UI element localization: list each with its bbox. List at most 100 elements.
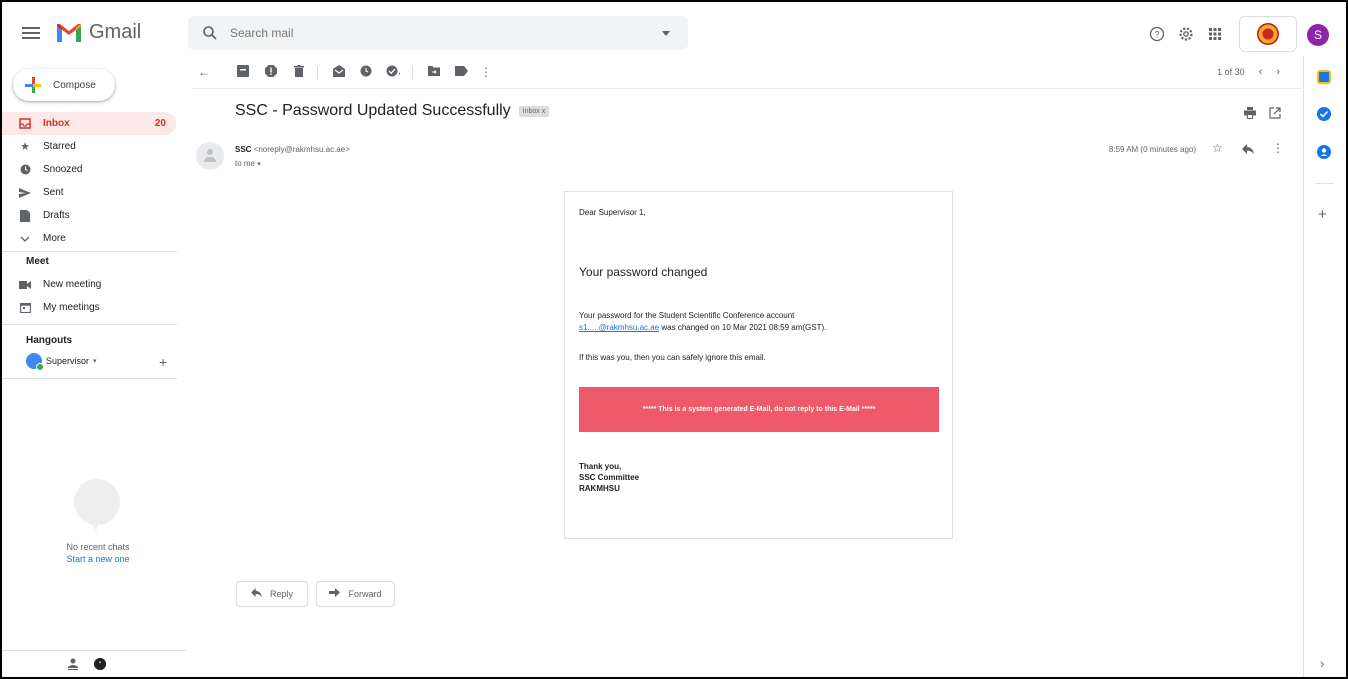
organization-logo[interactable] (1239, 16, 1297, 52)
help-icon[interactable]: ? (1149, 26, 1165, 42)
meet-nav: New meeting My meetings (2, 273, 178, 319)
pager-text: 1 of 30 (1217, 67, 1245, 77)
email-greeting: Dear Supervisor 1, (579, 208, 646, 217)
sidebar-item-sent[interactable]: Sent (2, 181, 176, 204)
sender-email: <noreply@rakmhsu.ac.ae> (253, 145, 350, 154)
sidebar-item-drafts[interactable]: Drafts (2, 204, 176, 227)
sidebar-item-label: Drafts (43, 210, 70, 221)
reply-icon (251, 588, 262, 600)
sidebar-item-inbox[interactable]: Inbox 20 (2, 112, 176, 135)
sidebar-item-label: Sent (43, 187, 64, 198)
hangouts-user-name: Supervisor (46, 356, 90, 366)
draft-icon (19, 209, 31, 222)
sidebar-divider (2, 324, 177, 325)
reply-label: Reply (269, 589, 293, 599)
signature-line-1: Thank you, (579, 462, 622, 471)
sidebar-bottom-divider (2, 650, 186, 651)
settings-gear-icon[interactable] (1178, 26, 1194, 42)
archive-icon[interactable] (236, 65, 250, 79)
compose-button[interactable]: Compose (13, 69, 115, 101)
sidebar-item-label: Starred (43, 141, 76, 152)
status-dropdown-icon[interactable]: ▾ (93, 357, 97, 365)
reply-button[interactable]: Reply (236, 581, 308, 607)
email-paragraph-1-tail: was changed on 10 Mar 2021 08:59 am(GST)… (659, 323, 827, 332)
older-chevron-icon[interactable]: › (1276, 66, 1280, 78)
contacts-person-icon[interactable] (68, 658, 78, 673)
side-panel-rail: + › (1303, 56, 1346, 677)
main-menu-icon[interactable] (22, 24, 42, 44)
account-email-link[interactable]: s1.....@rakmhsu.ac.ae (579, 323, 659, 332)
inbox-label-chip[interactable]: Inbox x (518, 105, 550, 117)
my-meetings-item[interactable]: My meetings (2, 296, 176, 319)
expand-panel-chevron-icon[interactable]: › (1320, 656, 1324, 671)
star-icon: ★ (20, 141, 30, 153)
message-more-options-icon[interactable]: ⋮ (1272, 141, 1284, 155)
compose-label: Compose (53, 79, 96, 91)
add-chat-icon[interactable]: + (159, 354, 167, 370)
hangouts-chat-icon (74, 479, 120, 531)
get-addons-plus-icon[interactable]: + (1318, 206, 1327, 223)
search-icon[interactable] (202, 25, 218, 41)
tasks-app-icon[interactable] (1317, 107, 1331, 121)
signature-line-3: RAKMHSU (579, 484, 620, 493)
email-signature: Thank you, SSC Committee RAKMHSU (579, 461, 639, 494)
sidebar-item-more[interactable]: More (2, 227, 176, 250)
delete-trash-icon[interactable] (292, 65, 306, 79)
move-to-folder-icon[interactable] (427, 65, 441, 79)
sidebar-item-snoozed[interactable]: Snoozed (2, 158, 176, 181)
open-in-new-window-icon[interactable] (1269, 107, 1281, 122)
sidebar-item-label: Inbox (43, 118, 70, 129)
toolbar-divider (192, 88, 1302, 89)
email-body-card: Dear Supervisor 1, Your password changed… (564, 191, 953, 539)
gmail-logo[interactable]: Gmail (57, 21, 141, 44)
email-paragraph-1: Your password for the Student Scientific… (579, 310, 939, 334)
forward-button[interactable]: Forward (316, 581, 395, 607)
newer-chevron-icon[interactable]: ‹ (1259, 66, 1263, 78)
subject-text: SSC - Password Updated Successfully (235, 102, 511, 119)
email-paragraph-2: If this was you, then you can safely ign… (579, 353, 766, 362)
recipient-line[interactable]: to me ▾ (235, 159, 261, 168)
hangouts-quote-icon[interactable]: " (94, 658, 106, 673)
unread-count: 20 (154, 118, 166, 129)
meet-item-label: New meeting (43, 279, 102, 290)
no-chats-text: No recent chats (66, 542, 130, 552)
gmail-m-icon (57, 23, 81, 42)
rail-separator (1316, 183, 1334, 184)
inbox-icon (19, 118, 31, 130)
apps-grid-icon[interactable] (1207, 26, 1223, 42)
system-generated-banner: ***** This is a system generated E-Mail,… (579, 387, 939, 432)
mail-nav: Inbox 20 ★ Starred Snoozed Sent Drafts M… (2, 112, 178, 250)
recipient-details-caret-icon[interactable]: ▾ (257, 161, 261, 168)
hangouts-user[interactable]: Supervisor ▾ (26, 353, 97, 371)
video-icon (19, 279, 31, 291)
search-input[interactable] (230, 26, 650, 40)
back-arrow-icon[interactable]: ← (197, 65, 211, 79)
calendar-app-icon[interactable] (1317, 70, 1331, 84)
search-bar[interactable] (188, 16, 688, 50)
svg-text:+: + (398, 72, 400, 77)
mark-unread-icon[interactable] (332, 65, 346, 79)
sidebar-item-starred[interactable]: ★ Starred (2, 135, 176, 158)
reply-arrow-icon[interactable] (1242, 143, 1254, 157)
hangouts-avatar (26, 353, 44, 371)
sidebar-bottom-tabs: " (68, 658, 106, 673)
banner-text: ***** This is a system generated E-Mail,… (642, 406, 876, 413)
app-name: Gmail (89, 21, 142, 43)
search-options-icon[interactable] (662, 30, 670, 36)
toolbar-separator (317, 66, 318, 80)
label-tag-icon[interactable] (454, 65, 468, 79)
start-new-chat-link[interactable]: Start a new one (2, 554, 194, 564)
star-outline-icon[interactable]: ☆ (1212, 141, 1223, 155)
add-to-tasks-icon[interactable]: + (386, 65, 402, 79)
message-timestamp: 8:59 AM (0 minutes ago) (1108, 145, 1196, 154)
sidebar-divider (2, 378, 177, 379)
sidebar-item-label: More (43, 233, 66, 244)
contacts-app-icon[interactable] (1317, 145, 1331, 159)
snooze-clock-icon[interactable] (359, 65, 373, 79)
more-options-icon[interactable]: ⋮ (479, 65, 493, 79)
new-meeting-item[interactable]: New meeting (2, 273, 176, 296)
print-icon[interactable] (1244, 107, 1256, 122)
email-paragraph-1-text: Your password for the Student Scientific… (579, 311, 795, 320)
report-spam-icon[interactable] (264, 65, 278, 79)
account-avatar[interactable]: S (1307, 24, 1329, 46)
